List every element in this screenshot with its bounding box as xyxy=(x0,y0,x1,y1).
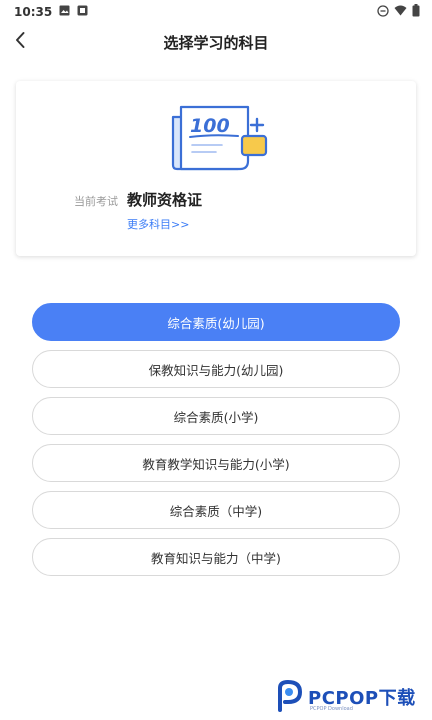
score-100-illustration: 100 xyxy=(168,99,268,171)
watermark-subtext: PCPOP Download xyxy=(310,706,353,712)
wifi-icon xyxy=(394,5,407,19)
subject-option[interactable]: 综合素质（中学) xyxy=(32,491,400,529)
subject-option[interactable]: 综合素质(幼儿园) xyxy=(32,303,400,341)
status-bar: 10:35 xyxy=(0,0,432,24)
battery-icon xyxy=(412,4,420,20)
current-exam-label: 当前考试 xyxy=(74,195,118,208)
dnd-icon xyxy=(377,4,389,20)
notification-icon xyxy=(77,5,88,19)
page-title: 选择学习的科目 xyxy=(163,34,269,52)
illustration-score-text: 100 xyxy=(190,115,230,137)
more-subjects-link[interactable]: 更多科目>> xyxy=(127,216,189,232)
current-exam-card: 100 当前考试 教师资格证 更多科目>> xyxy=(16,81,416,256)
subject-option[interactable]: 保教知识与能力(幼儿园) xyxy=(32,350,400,388)
title-bar: 选择学习的科目 xyxy=(0,24,432,60)
current-exam-name: 教师资格证 xyxy=(127,191,203,209)
image-icon xyxy=(59,5,70,19)
pcpop-logo-icon xyxy=(274,679,304,712)
status-time: 10:35 xyxy=(14,5,53,19)
subject-option[interactable]: 教育知识与能力（中学) xyxy=(32,538,400,576)
subject-option[interactable]: 教育教学知识与能力(小学) xyxy=(32,444,400,482)
subject-list: 综合素质(幼儿园) 保教知识与能力(幼儿园) 综合素质(小学) 教育教学知识与能… xyxy=(32,303,400,585)
subject-option[interactable]: 综合素质(小学) xyxy=(32,397,400,435)
pcpop-watermark: PCPOP下载 PCPOP Download xyxy=(274,676,424,716)
